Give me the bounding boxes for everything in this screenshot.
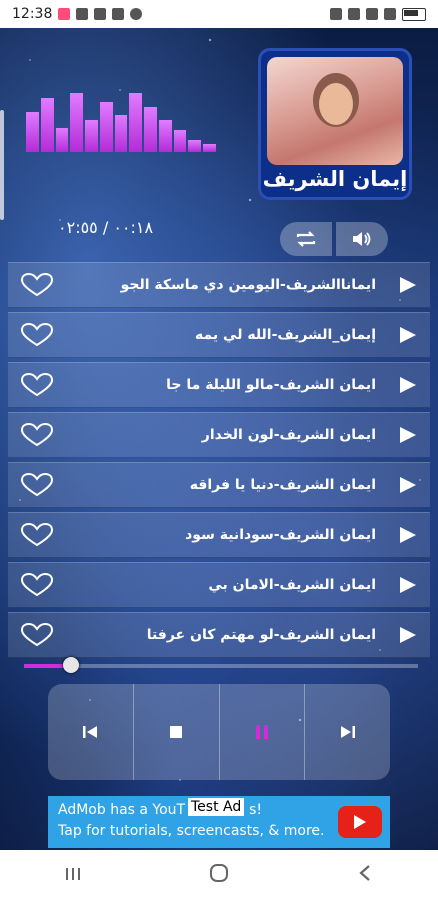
play-icon[interactable] [400,577,416,593]
signal-2-icon [384,8,396,20]
stop-button[interactable] [134,684,220,780]
equalizer-bar [144,107,157,152]
recents-icon [66,868,80,880]
notification-icon [58,8,71,20]
back-button[interactable] [335,863,395,888]
seek-thumb[interactable] [63,657,80,673]
play-icon[interactable] [400,327,416,343]
equalizer-bar [188,140,202,152]
track-title: ايمان الشريف-دنيا يا فراقه [189,477,376,493]
home-icon [210,863,228,882]
track-row[interactable]: ايمان الشريف-مالو الليلة ما جا [8,362,430,408]
equalizer-bar [173,130,187,152]
playback-controls [48,684,390,780]
track-row[interactable]: ايمان الشريف-الامان بي [8,562,430,608]
track-title: ايمان الشريف-سودانية سود [185,527,376,543]
ad-line2: Tap for tutorials, screencasts, & more. [58,823,325,839]
equalizer-bar [99,102,113,152]
play-icon[interactable] [400,277,416,293]
volume-button[interactable] [336,222,388,256]
system-nav-bar [0,850,438,900]
play-icon[interactable] [400,627,416,643]
stop-icon [170,726,183,738]
equalizer-bar [158,120,172,152]
play-icon[interactable] [400,477,416,493]
status-time: 12:38 [12,6,53,22]
battery-icon [402,7,426,21]
time-display: ٠٠:١٨ / ٠٢:٥٥ [58,218,154,237]
artist-card: إيمان الشريف [258,48,412,200]
track-row[interactable]: ايمان الشريف-سودانية سود [8,512,430,558]
youtube-icon [338,806,382,838]
equalizer-bar [85,120,98,152]
artist-name: إيمان الشريف [262,167,408,191]
pause-button[interactable] [220,684,306,780]
play-icon[interactable] [400,427,416,443]
ad-line1-end: s! [249,802,263,818]
volume-icon [353,232,371,246]
heart-icon[interactable] [20,623,54,647]
track-title: ايمان الشريف-مالو الليلة ما جا [166,377,376,393]
equalizer-bar [55,128,69,152]
heart-icon[interactable] [20,473,54,497]
equalizer-visualizer [26,88,216,152]
track-title: ايمان الشريف-الامان بي [208,577,376,593]
next-button[interactable] [305,684,390,780]
equalizer-bar [203,144,216,152]
previous-icon [83,726,98,738]
track-title: ايماناالشريف-اليومين دي ماسكة الجو [120,277,376,293]
home-button[interactable] [189,862,249,889]
equalizer-bar [114,115,128,152]
equalizer-bar [40,98,54,152]
equalizer-bar [129,93,143,152]
image-icon [112,8,125,20]
recents-button[interactable] [43,863,103,887]
track-row[interactable]: ايمان الشريف-لو مهتم كان عرفتا [8,612,430,658]
seek-bar[interactable] [24,657,418,673]
test-ad-badge: Test Ad [188,798,245,816]
next-icon [340,726,355,738]
status-bar: 12:38 [0,0,438,28]
heart-icon[interactable] [20,323,54,347]
play-icon[interactable] [400,377,416,393]
track-row[interactable]: إيمان_الشريف-الله لي يمه [8,312,430,358]
track-title: ايمان الشريف-لون الخدار [201,427,376,443]
track-row[interactable]: ايماناالشريف-اليومين دي ماسكة الجو [8,262,430,308]
back-icon [359,864,370,881]
track-row[interactable]: ايمان الشريف-دنيا يا فراقه [8,462,430,508]
heart-icon[interactable] [20,423,54,447]
heart-icon[interactable] [20,373,54,397]
track-title: ايمان الشريف-لو مهتم كان عرفتا [146,627,376,643]
play-icon[interactable] [400,527,416,543]
playlist: ايماناالشريف-اليومين دي ماسكة الجو إيمان_… [8,262,430,662]
heart-icon[interactable] [20,573,54,597]
heart-icon[interactable] [20,523,54,547]
option-buttons [280,222,388,256]
signal-icon [366,8,378,20]
track-title: إيمان_الشريف-الله لي يمه [195,327,376,343]
equalizer-bar [26,112,39,152]
previous-button[interactable] [48,684,134,780]
mute-icon [330,8,342,20]
pause-icon [255,725,268,739]
scroll-indicator [0,110,4,220]
equalizer-bar [70,93,84,152]
heart-icon[interactable] [20,273,54,297]
ad-banner[interactable]: AdMob has a YouT s! Tap for tutorials, sc… [48,796,390,848]
artist-photo [267,57,403,165]
track-row[interactable]: ايمان الشريف-لون الخدار [8,412,430,458]
ad-line1: AdMob has a YouT [58,802,186,818]
gallery-icon [94,8,107,20]
whatsapp-icon [130,8,143,20]
seek-progress [24,664,68,668]
bell-icon [76,8,89,20]
repeat-button[interactable] [280,222,332,256]
repeat-icon [296,231,316,247]
wifi-icon [348,8,360,20]
